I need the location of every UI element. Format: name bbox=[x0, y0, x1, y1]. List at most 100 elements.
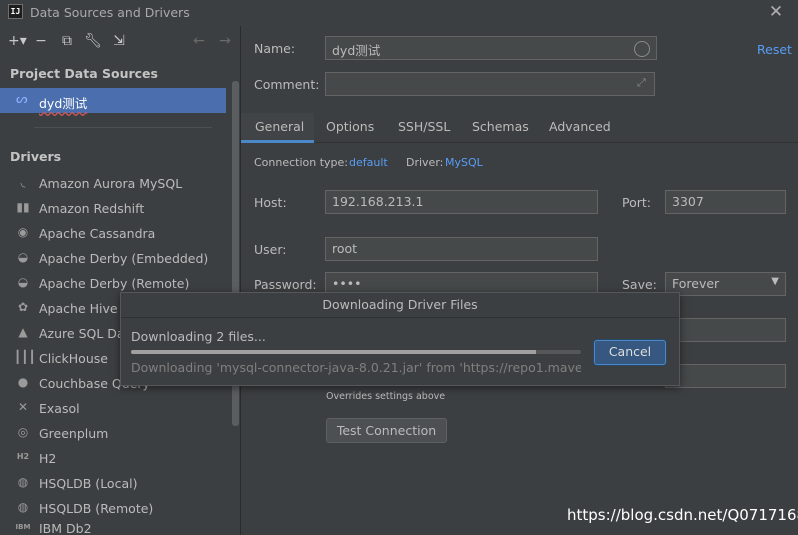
driver-label: Driver: bbox=[406, 156, 444, 169]
tab-options[interactable]: Options bbox=[326, 119, 374, 134]
tab-advanced[interactable]: Advanced bbox=[549, 119, 611, 134]
aurora-icon: ◟ bbox=[20, 175, 26, 189]
comment-label: Comment: bbox=[254, 77, 320, 92]
drivers-heading: Drivers bbox=[10, 149, 62, 164]
greenplum-icon: ◎ bbox=[17, 425, 29, 439]
exasol-x-icon: ✕ bbox=[17, 400, 29, 414]
cassandra-eye-icon: ◉ bbox=[17, 225, 29, 239]
h2-icon: H2 bbox=[16, 452, 30, 461]
test-connection-button[interactable]: Test Connection bbox=[326, 418, 447, 443]
driver-label: Amazon Redshift bbox=[39, 201, 145, 216]
driver-item[interactable]: ◎ Greenplum bbox=[0, 421, 226, 446]
name-field[interactable]: dyd测试 bbox=[325, 36, 657, 60]
reset-link[interactable]: Reset bbox=[757, 42, 792, 57]
driver-label: Apache Derby (Embedded) bbox=[39, 251, 209, 266]
close-icon[interactable]: ✕ bbox=[766, 1, 786, 23]
driver-label: HSQLDB (Remote) bbox=[39, 501, 154, 516]
data-source-item[interactable]: ᔕ dyd测试 bbox=[0, 88, 226, 113]
active-tab-indicator bbox=[241, 140, 314, 143]
driver-item[interactable]: ◒ Apache Derby (Embedded) bbox=[0, 246, 226, 271]
window-title: Data Sources and Drivers bbox=[30, 5, 190, 20]
remove-icon[interactable]: − bbox=[32, 31, 50, 51]
progress-bar bbox=[131, 350, 581, 354]
left-panel: +▾ − ⧉ 🔧︎ ⇲ ← → Project Data Sources ᔕ d… bbox=[0, 26, 240, 535]
driver-label: Azure SQL Dat bbox=[39, 326, 130, 341]
name-label: Name: bbox=[254, 41, 296, 56]
connection-type-link[interactable]: default bbox=[349, 156, 388, 169]
save-select[interactable]: Forever ▼ bbox=[665, 272, 786, 296]
navigate-icon[interactable]: ⇲ bbox=[110, 31, 128, 51]
driver-link[interactable]: MySQL bbox=[445, 156, 483, 169]
driver-label: Apache Hive bbox=[39, 301, 118, 316]
data-source-label: dyd测试 bbox=[39, 96, 88, 111]
driver-label: H2 bbox=[39, 451, 57, 466]
mysql-dolphin-icon: ᔕ bbox=[16, 92, 28, 107]
download-status: Downloading 2 files... bbox=[131, 329, 266, 344]
dropdown-arrow-icon: ▼ bbox=[771, 276, 779, 287]
driver-item[interactable]: H2 H2 bbox=[0, 446, 226, 471]
driver-item[interactable]: ◟ Amazon Aurora MySQL bbox=[0, 171, 226, 196]
user-value: root bbox=[332, 241, 358, 256]
hive-bee-icon: ✿ bbox=[17, 300, 29, 314]
driver-item[interactable]: ✕ Exasol bbox=[0, 396, 226, 421]
save-label: Save: bbox=[622, 277, 657, 292]
driver-label: Apache Cassandra bbox=[39, 226, 156, 241]
host-field[interactable]: 192.168.213.1 bbox=[325, 190, 598, 214]
url-field[interactable] bbox=[665, 364, 786, 388]
driver-item[interactable]: ◍ HSQLDB (Remote) bbox=[0, 496, 226, 521]
driver-label: ClickHouse bbox=[39, 351, 108, 366]
host-label: Host: bbox=[254, 195, 287, 210]
driver-label: Apache Derby (Remote) bbox=[39, 276, 190, 291]
overrides-note: Overrides settings above bbox=[326, 391, 446, 402]
driver-item[interactable]: ◉ Apache Cassandra bbox=[0, 221, 226, 246]
back-icon[interactable]: ← bbox=[190, 31, 208, 51]
driver-label: HSQLDB (Local) bbox=[39, 476, 138, 491]
driver-label: IBM Db2 bbox=[39, 521, 92, 535]
hsqldb-icon: ◍ bbox=[17, 500, 29, 514]
tab-schemas[interactable]: Schemas bbox=[472, 119, 529, 134]
add-icon[interactable]: +▾ bbox=[8, 31, 27, 51]
couchbase-icon: ● bbox=[17, 375, 29, 389]
tab-ssh-ssl[interactable]: SSH/SSL bbox=[398, 119, 450, 134]
dialog-title: Downloading Driver Files bbox=[121, 293, 679, 318]
wrench-icon[interactable]: 🔧︎ bbox=[84, 31, 102, 51]
password-label: Password: bbox=[254, 277, 317, 292]
database-field[interactable] bbox=[665, 318, 786, 342]
cancel-button[interactable]: Cancel bbox=[594, 340, 666, 365]
title-bar: IJ Data Sources and Drivers ✕ bbox=[0, 0, 798, 26]
color-circle-icon[interactable] bbox=[634, 41, 650, 57]
tab-bar: General Options SSH/SSL Schemas Advanced bbox=[241, 113, 798, 143]
driver-label: Amazon Aurora MySQL bbox=[39, 176, 183, 191]
expand-icon[interactable]: ⤢ bbox=[637, 76, 646, 90]
user-field[interactable]: root bbox=[325, 237, 598, 261]
driver-item[interactable]: ◍ HSQLDB (Local) bbox=[0, 471, 226, 496]
name-value: dyd测试 bbox=[332, 43, 381, 58]
hsqldb-icon: ◍ bbox=[17, 475, 29, 489]
driver-item[interactable]: IBM IBM Db2 bbox=[0, 521, 226, 535]
driver-label: Greenplum bbox=[39, 426, 109, 441]
progress-fill bbox=[131, 350, 536, 354]
download-dialog: Downloading Driver Files Downloading 2 f… bbox=[120, 292, 680, 386]
watermark-text: https://blog.csdn.net/Q0717168 bbox=[567, 506, 798, 524]
comment-field[interactable] bbox=[325, 72, 655, 96]
ibm-icon: IBM bbox=[15, 523, 31, 531]
redshift-icon: ▮▮ bbox=[16, 200, 30, 214]
host-value: 192.168.213.1 bbox=[332, 194, 424, 209]
derby-hat-icon: ◒ bbox=[17, 275, 29, 289]
password-value: •••• bbox=[332, 276, 362, 291]
connection-type-label: Connection type: bbox=[254, 156, 349, 169]
port-value: 3307 bbox=[672, 194, 704, 209]
azure-icon: ▲ bbox=[18, 325, 28, 339]
tab-general[interactable]: General bbox=[255, 119, 304, 134]
download-detail: Downloading 'mysql-connector-java-8.0.21… bbox=[131, 360, 581, 375]
divider bbox=[34, 127, 212, 128]
forward-icon[interactable]: → bbox=[216, 31, 234, 51]
port-field[interactable]: 3307 bbox=[665, 190, 786, 214]
driver-item[interactable]: ▮▮ Amazon Redshift bbox=[0, 196, 226, 221]
clickhouse-bars-icon: ┃┃┃ bbox=[14, 350, 36, 364]
copy-icon[interactable]: ⧉ bbox=[58, 31, 76, 51]
port-label: Port: bbox=[622, 195, 651, 210]
derby-hat-icon: ◒ bbox=[17, 250, 29, 264]
app-logo-icon: IJ bbox=[8, 4, 23, 19]
right-panel: Name: dyd测试 Reset Comment: ⤢ General Opt… bbox=[240, 26, 798, 535]
